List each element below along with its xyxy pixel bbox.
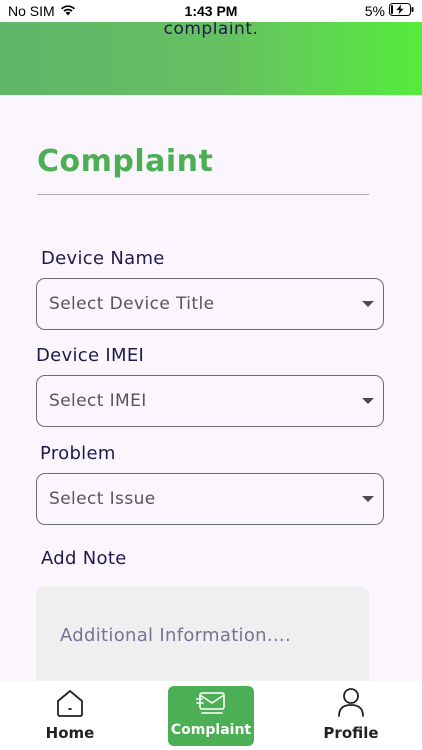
nav-home-label: Home: [45, 724, 95, 742]
bottom-nav: Home Complaint Profile: [0, 681, 422, 750]
problem-select-text: Select Issue: [49, 489, 156, 509]
complaint-icon: [196, 692, 225, 714]
nav-profile[interactable]: Profile: [311, 681, 391, 750]
device-imei-select-text: Select IMEI: [49, 391, 147, 411]
device-imei-label: Device IMEI: [36, 345, 145, 366]
battery-percent: 5%: [364, 3, 385, 19]
problem-label: Problem: [40, 443, 116, 464]
header-text: complaint.: [163, 22, 259, 39]
nav-home[interactable]: Home: [30, 681, 110, 750]
status-right: 5%: [365, 3, 414, 19]
note-placeholder: Additional Information....: [60, 625, 291, 646]
device-name-label: Device Name: [41, 248, 165, 269]
battery-charging-icon: [389, 3, 414, 19]
device-name-select-text: Select Device Title: [49, 294, 215, 314]
nav-complaint[interactable]: Complaint: [168, 686, 254, 746]
dropdown-arrow-icon: [362, 496, 374, 502]
dropdown-arrow-icon: [362, 398, 374, 404]
device-imei-select[interactable]: Select IMEI: [36, 375, 384, 427]
page-title: Complaint: [37, 144, 214, 179]
clock: 1:43 PM: [184, 3, 238, 19]
home-icon: [57, 690, 83, 717]
header-banner: complaint.: [0, 22, 422, 95]
nav-profile-label: Profile: [323, 724, 379, 742]
status-bar: No SIM 1:43 PM 5%: [0, 0, 422, 22]
add-note-label: Add Note: [41, 548, 127, 569]
device-name-select[interactable]: Select Device Title: [36, 278, 384, 330]
profile-icon: [338, 688, 364, 717]
nav-complaint-label: Complaint: [170, 722, 252, 738]
title-divider: [37, 194, 369, 195]
dropdown-arrow-icon: [362, 301, 374, 307]
problem-select[interactable]: Select Issue: [36, 473, 384, 525]
